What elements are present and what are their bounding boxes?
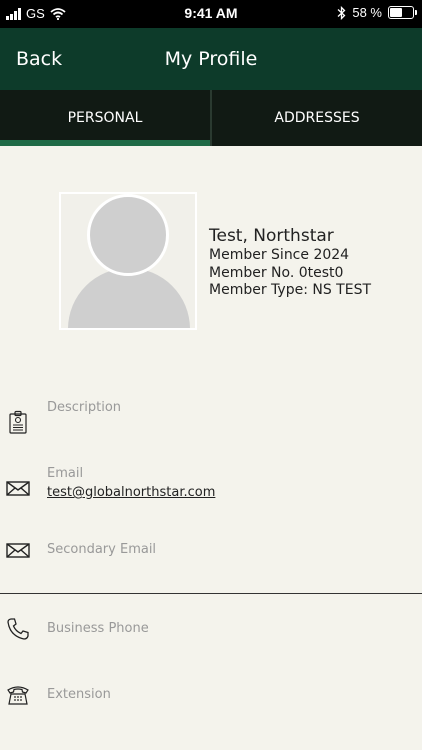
envelope-icon (6, 543, 30, 558)
profile-info: Test, Northstar Member Since 2024 Member… (209, 226, 371, 300)
tab-addresses[interactable]: ADDRESSES (210, 90, 422, 146)
field-description[interactable]: Description (0, 400, 422, 450)
field-label: Secondary Email (47, 542, 157, 557)
email-link[interactable]: test@globalnorthstar.com (47, 485, 215, 500)
avatar-head-shape (87, 194, 169, 276)
status-bar: GS 9:41 AM 58 % (0, 0, 422, 28)
member-type: Member Type: NS TEST (209, 282, 372, 298)
field-label: Description (47, 400, 122, 415)
badge-icon (9, 410, 27, 434)
tab-bar: PERSONAL ADDRESSES (0, 90, 422, 146)
page-title: My Profile (164, 48, 258, 70)
tab-personal[interactable]: PERSONAL (0, 90, 210, 146)
field-extension[interactable]: Extension (0, 686, 422, 737)
field-label: Email (47, 466, 84, 481)
divider (0, 593, 422, 594)
battery-fill (390, 8, 402, 17)
field-email[interactable]: Email test@globalnorthstar.com (0, 466, 422, 516)
field-secondary-email[interactable]: Secondary Email (0, 542, 422, 592)
avatar[interactable] (59, 192, 197, 330)
field-label: Extension (47, 687, 111, 702)
member-number: Member No. 0test0 (209, 264, 344, 281)
member-since: Member Since 2024 (209, 247, 350, 263)
battery-icon (388, 6, 417, 19)
field-business-phone[interactable]: Business Phone (0, 618, 422, 671)
field-label: Business Phone (47, 621, 149, 636)
nav-bar: Back My Profile (0, 28, 422, 90)
envelope-icon (6, 481, 30, 496)
profile-name: Test, Northstar (209, 226, 334, 246)
bluetooth-icon (337, 5, 346, 20)
battery-percent: 58 % (352, 5, 382, 20)
avatar-body-shape (68, 268, 190, 328)
desk-phone-icon (7, 686, 29, 705)
phone-icon (7, 618, 29, 640)
status-right: 58 % (337, 5, 417, 20)
